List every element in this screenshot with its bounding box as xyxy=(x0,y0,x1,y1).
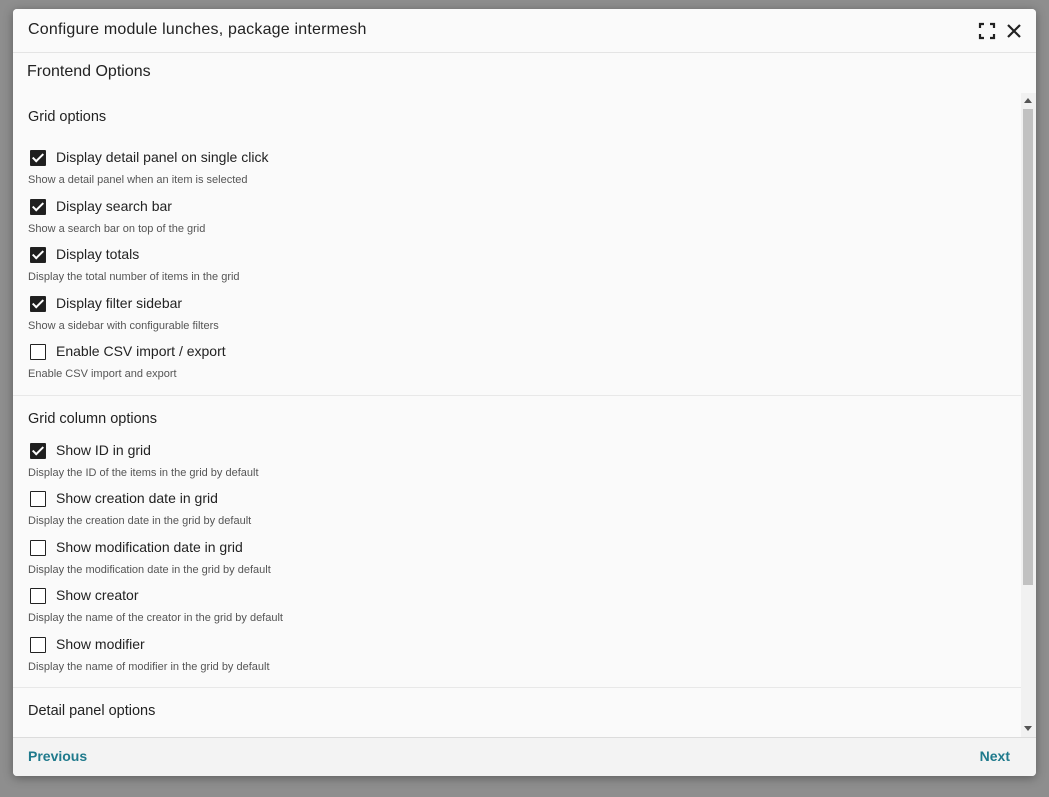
option-hint: Show a search bar on top of the grid xyxy=(28,223,206,235)
option-hint: Display the creation date in the grid by… xyxy=(28,515,252,527)
option-hint: Show a sidebar with configurable filters xyxy=(28,320,219,332)
option-hint: Enable CSV import and export xyxy=(28,368,177,380)
close-icon[interactable] xyxy=(1004,21,1024,41)
option-label[interactable]: Display search bar xyxy=(56,198,172,214)
option-label[interactable]: Enable CSV import / export xyxy=(56,343,226,359)
vertical-scrollbar[interactable] xyxy=(1021,93,1036,737)
maximize-icon[interactable] xyxy=(977,21,997,41)
checkbox[interactable] xyxy=(30,296,46,312)
checkbox[interactable] xyxy=(30,150,46,166)
checkbox[interactable] xyxy=(30,637,46,653)
checkbox[interactable] xyxy=(30,491,46,507)
option-hint: Display the modification date in the gri… xyxy=(28,564,271,576)
section-title: Frontend Options xyxy=(27,63,151,80)
configure-module-dialog: Configure module lunches, package interm… xyxy=(13,9,1036,776)
group-divider xyxy=(13,395,1021,396)
option-label[interactable]: Show ID in grid xyxy=(56,442,151,458)
group-title-grid-column-options: Grid column options xyxy=(28,411,157,427)
dialog-title: Configure module lunches, package interm… xyxy=(28,21,367,38)
checkbox[interactable] xyxy=(30,247,46,263)
group-divider xyxy=(13,687,1021,688)
option-label[interactable]: Display totals xyxy=(56,246,139,262)
scroll-up-arrow-icon[interactable] xyxy=(1024,98,1032,103)
option-label[interactable]: Show creator xyxy=(56,587,138,603)
checkbox[interactable] xyxy=(30,344,46,360)
option-label[interactable]: Show modifier xyxy=(56,636,145,652)
checkbox[interactable] xyxy=(30,199,46,215)
option-label[interactable]: Show creation date in grid xyxy=(56,490,218,506)
group-title-detail-panel-options: Detail panel options xyxy=(28,703,156,719)
options-scroll-area[interactable]: Grid options Display detail panel on sin… xyxy=(13,93,1021,737)
checkbox[interactable] xyxy=(30,443,46,459)
option-hint: Display the ID of the items in the grid … xyxy=(28,467,259,479)
previous-button[interactable]: Previous xyxy=(28,748,87,764)
option-hint: Show a detail panel when an item is sele… xyxy=(28,174,248,186)
scroll-down-arrow-icon[interactable] xyxy=(1024,726,1032,731)
group-title-grid-options: Grid options xyxy=(28,109,107,125)
option-label[interactable]: Display detail panel on single click xyxy=(56,149,268,165)
checkbox[interactable] xyxy=(30,540,46,556)
next-button[interactable]: Next xyxy=(980,748,1010,764)
checkbox[interactable] xyxy=(30,588,46,604)
option-label[interactable]: Show modification date in grid xyxy=(56,539,243,555)
option-label[interactable]: Display filter sidebar xyxy=(56,295,182,311)
option-hint: Display the total number of items in the… xyxy=(28,271,240,283)
dialog-footer: Previous Next xyxy=(13,737,1036,776)
option-hint: Display the name of modifier in the grid… xyxy=(28,661,270,673)
dialog-titlebar: Configure module lunches, package interm… xyxy=(13,9,1036,53)
option-hint: Display the name of the creator in the g… xyxy=(28,612,283,624)
scroll-thumb[interactable] xyxy=(1023,109,1033,585)
